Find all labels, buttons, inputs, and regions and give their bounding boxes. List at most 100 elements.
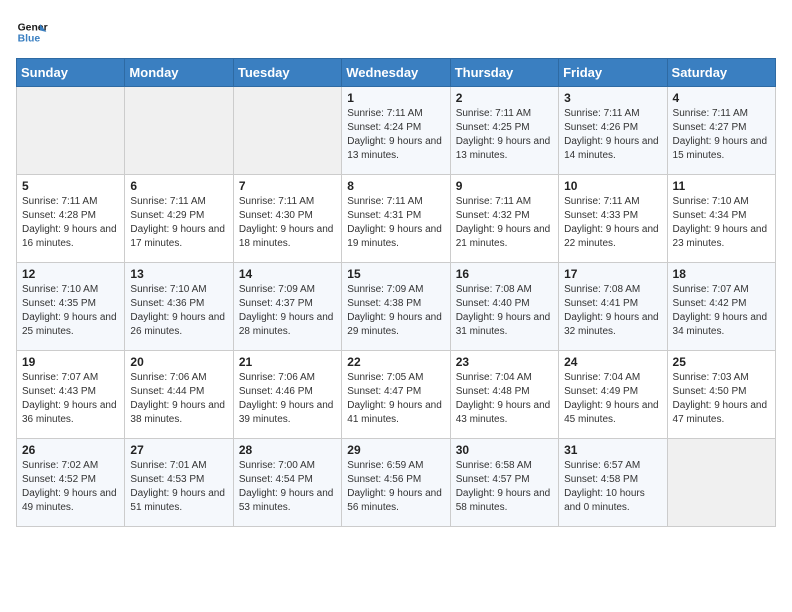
day-number: 25 [673, 355, 770, 369]
day-number: 19 [22, 355, 119, 369]
day-number: 4 [673, 91, 770, 105]
day-number: 7 [239, 179, 336, 193]
day-info: Sunrise: 6:58 AM Sunset: 4:57 PM Dayligh… [456, 459, 553, 515]
day-number: 26 [22, 443, 119, 457]
calendar-week-1: 1 Sunrise: 7:11 AM Sunset: 4:24 PM Daylig… [17, 87, 776, 175]
calendar-cell: 3 Sunrise: 7:11 AM Sunset: 4:26 PM Daylig… [559, 87, 667, 175]
calendar-cell [125, 87, 233, 175]
day-header-wednesday: Wednesday [342, 59, 450, 87]
calendar-table: SundayMondayTuesdayWednesdayThursdayFrid… [16, 58, 776, 527]
calendar-cell: 30 Sunrise: 6:58 AM Sunset: 4:57 PM Dayli… [450, 439, 558, 527]
calendar-cell [667, 439, 775, 527]
day-info: Sunrise: 7:00 AM Sunset: 4:54 PM Dayligh… [239, 459, 336, 515]
calendar-cell [17, 87, 125, 175]
calendar-cell: 9Sunrise: 7:11 AM Sunset: 4:32 PM Daylig… [450, 175, 558, 263]
day-number: 8 [347, 179, 444, 193]
day-number: 30 [456, 443, 553, 457]
calendar-week-2: 5 Sunrise: 7:11 AM Sunset: 4:28 PM Daylig… [17, 175, 776, 263]
calendar-header: SundayMondayTuesdayWednesdayThursdayFrid… [17, 59, 776, 87]
day-number: 10 [564, 179, 661, 193]
svg-text:General: General [18, 22, 48, 33]
day-number: 23 [456, 355, 553, 369]
page-header: General Blue [16, 16, 776, 48]
day-info: Sunrise: 7:08 AM Sunset: 4:40 PM Dayligh… [456, 283, 553, 339]
calendar-cell: 28 Sunrise: 7:00 AM Sunset: 4:54 PM Dayli… [233, 439, 341, 527]
day-number: 13 [130, 267, 227, 281]
day-info: Sunrise: 7:07 AM Sunset: 4:42 PM Dayligh… [673, 283, 770, 339]
day-info: Sunrise: 7:11 AM Sunset: 4:28 PM Dayligh… [22, 195, 119, 251]
calendar-cell: 13 Sunrise: 7:10 AM Sunset: 4:36 PM Dayli… [125, 263, 233, 351]
svg-text:Blue: Blue [18, 34, 41, 45]
day-info: Sunrise: 7:11 AM Sunset: 4:30 PM Dayligh… [239, 195, 336, 251]
calendar-cell: 10Sunrise: 7:11 AM Sunset: 4:33 PM Dayli… [559, 175, 667, 263]
calendar-cell: 27 Sunrise: 7:01 AM Sunset: 4:53 PM Dayli… [125, 439, 233, 527]
day-number: 18 [673, 267, 770, 281]
calendar-cell: 1 Sunrise: 7:11 AM Sunset: 4:24 PM Daylig… [342, 87, 450, 175]
day-info: Sunrise: 7:10 AM Sunset: 4:36 PM Dayligh… [130, 283, 227, 339]
calendar-cell: 7 Sunrise: 7:11 AM Sunset: 4:30 PM Daylig… [233, 175, 341, 263]
day-info: Sunrise: 7:10 AM Sunset: 4:35 PM Dayligh… [22, 283, 119, 339]
day-number: 6 [130, 179, 227, 193]
day-number: 2 [456, 91, 553, 105]
day-number: 24 [564, 355, 661, 369]
day-info: Sunrise: 6:57 AM Sunset: 4:58 PM Dayligh… [564, 459, 661, 515]
calendar-cell: 24 Sunrise: 7:04 AM Sunset: 4:49 PM Dayli… [559, 351, 667, 439]
calendar-cell: 25 Sunrise: 7:03 AM Sunset: 4:50 PM Dayli… [667, 351, 775, 439]
day-number: 28 [239, 443, 336, 457]
day-info: Sunrise: 7:05 AM Sunset: 4:47 PM Dayligh… [347, 371, 444, 427]
calendar-week-5: 26 Sunrise: 7:02 AM Sunset: 4:52 PM Dayli… [17, 439, 776, 527]
day-header-sunday: Sunday [17, 59, 125, 87]
day-info: Sunrise: 6:59 AM Sunset: 4:56 PM Dayligh… [347, 459, 444, 515]
day-number: 9 [456, 179, 553, 193]
day-info: Sunrise: 7:10 AM Sunset: 4:34 PM Dayligh… [673, 195, 770, 251]
calendar-cell: 2Sunrise: 7:11 AM Sunset: 4:25 PM Daylig… [450, 87, 558, 175]
day-number: 11 [673, 179, 770, 193]
calendar-cell: 26 Sunrise: 7:02 AM Sunset: 4:52 PM Dayli… [17, 439, 125, 527]
calendar-cell: 16Sunrise: 7:08 AM Sunset: 4:40 PM Dayli… [450, 263, 558, 351]
day-info: Sunrise: 7:11 AM Sunset: 4:26 PM Dayligh… [564, 107, 661, 163]
day-number: 27 [130, 443, 227, 457]
day-number: 12 [22, 267, 119, 281]
calendar-week-4: 19 Sunrise: 7:07 AM Sunset: 4:43 PM Dayli… [17, 351, 776, 439]
calendar-cell [233, 87, 341, 175]
day-number: 22 [347, 355, 444, 369]
day-info: Sunrise: 7:07 AM Sunset: 4:43 PM Dayligh… [22, 371, 119, 427]
day-info: Sunrise: 7:02 AM Sunset: 4:52 PM Dayligh… [22, 459, 119, 515]
calendar-cell: 31 Sunrise: 6:57 AM Sunset: 4:58 PM Dayli… [559, 439, 667, 527]
day-info: Sunrise: 7:11 AM Sunset: 4:27 PM Dayligh… [673, 107, 770, 163]
day-number: 21 [239, 355, 336, 369]
calendar-cell: 18 Sunrise: 7:07 AM Sunset: 4:42 PM Dayli… [667, 263, 775, 351]
day-number: 3 [564, 91, 661, 105]
day-info: Sunrise: 7:06 AM Sunset: 4:44 PM Dayligh… [130, 371, 227, 427]
day-info: Sunrise: 7:03 AM Sunset: 4:50 PM Dayligh… [673, 371, 770, 427]
day-info: Sunrise: 7:09 AM Sunset: 4:37 PM Dayligh… [239, 283, 336, 339]
day-number: 5 [22, 179, 119, 193]
calendar-cell: 8 Sunrise: 7:11 AM Sunset: 4:31 PM Daylig… [342, 175, 450, 263]
day-header-saturday: Saturday [667, 59, 775, 87]
day-number: 20 [130, 355, 227, 369]
calendar-cell: 12 Sunrise: 7:10 AM Sunset: 4:35 PM Dayli… [17, 263, 125, 351]
day-number: 31 [564, 443, 661, 457]
day-info: Sunrise: 7:01 AM Sunset: 4:53 PM Dayligh… [130, 459, 227, 515]
calendar-cell: 11 Sunrise: 7:10 AM Sunset: 4:34 PM Dayli… [667, 175, 775, 263]
calendar-cell: 17Sunrise: 7:08 AM Sunset: 4:41 PM Dayli… [559, 263, 667, 351]
day-header-friday: Friday [559, 59, 667, 87]
day-info: Sunrise: 7:04 AM Sunset: 4:49 PM Dayligh… [564, 371, 661, 427]
calendar-cell: 4 Sunrise: 7:11 AM Sunset: 4:27 PM Daylig… [667, 87, 775, 175]
day-number: 15 [347, 267, 444, 281]
calendar-cell: 5 Sunrise: 7:11 AM Sunset: 4:28 PM Daylig… [17, 175, 125, 263]
calendar-cell: 29 Sunrise: 6:59 AM Sunset: 4:56 PM Dayli… [342, 439, 450, 527]
day-info: Sunrise: 7:11 AM Sunset: 4:24 PM Dayligh… [347, 107, 444, 163]
calendar-cell: 21Sunrise: 7:06 AM Sunset: 4:46 PM Dayli… [233, 351, 341, 439]
calendar-cell: 19 Sunrise: 7:07 AM Sunset: 4:43 PM Dayli… [17, 351, 125, 439]
calendar-cell: 20 Sunrise: 7:06 AM Sunset: 4:44 PM Dayli… [125, 351, 233, 439]
calendar-cell: 23Sunrise: 7:04 AM Sunset: 4:48 PM Dayli… [450, 351, 558, 439]
logo: General Blue [16, 16, 48, 48]
calendar-cell: 15 Sunrise: 7:09 AM Sunset: 4:38 PM Dayli… [342, 263, 450, 351]
day-info: Sunrise: 7:11 AM Sunset: 4:31 PM Dayligh… [347, 195, 444, 251]
day-number: 29 [347, 443, 444, 457]
day-info: Sunrise: 7:09 AM Sunset: 4:38 PM Dayligh… [347, 283, 444, 339]
day-number: 1 [347, 91, 444, 105]
day-header-tuesday: Tuesday [233, 59, 341, 87]
day-info: Sunrise: 7:11 AM Sunset: 4:29 PM Dayligh… [130, 195, 227, 251]
